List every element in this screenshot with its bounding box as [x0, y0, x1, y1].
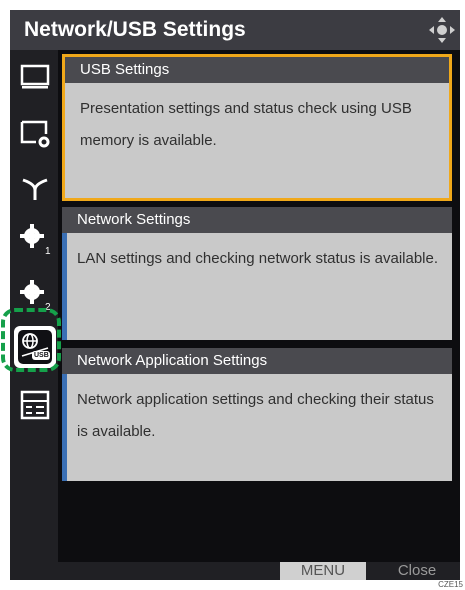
- network-application-settings-description: Network application settings and checkin…: [77, 391, 434, 440]
- panel-settings-icon[interactable]: [18, 388, 52, 422]
- network-settings-description: LAN settings and checking network status…: [77, 250, 439, 267]
- monitor-icon[interactable]: [18, 60, 52, 94]
- navigation-pad-icon: [429, 17, 455, 43]
- page-title: Network/USB Settings: [24, 18, 246, 41]
- footer: MENU Close: [10, 562, 460, 580]
- network-settings-item[interactable]: Network Settings LAN settings and checki…: [62, 207, 452, 340]
- header: Network/USB Settings: [10, 10, 460, 50]
- network-application-settings-item[interactable]: Network Application Settings Network app…: [62, 348, 452, 481]
- close-button[interactable]: Close: [382, 562, 452, 580]
- svg-text:1: 1: [45, 246, 51, 256]
- usb-settings-title: USB Settings: [65, 57, 449, 83]
- figure-code: CZE15: [438, 580, 463, 589]
- network-application-settings-title: Network Application Settings: [62, 348, 452, 374]
- menu-button[interactable]: MENU: [280, 562, 366, 580]
- usb-settings-description: Presentation settings and status check u…: [80, 100, 412, 149]
- gear-2-icon[interactable]: 2: [18, 278, 52, 312]
- monitor-settings-icon[interactable]: [18, 116, 52, 150]
- usb-settings-item[interactable]: USB Settings Presentation settings and s…: [62, 54, 452, 201]
- sidebar: 1 2 USB: [10, 50, 58, 562]
- settings-window: Network/USB Settings 1 2 USB USB Setting…: [10, 10, 460, 580]
- network-settings-title: Network Settings: [62, 207, 452, 233]
- antenna-icon[interactable]: [18, 170, 52, 204]
- selected-item-highlight: [1, 308, 61, 372]
- gear-1-icon[interactable]: 1: [18, 222, 52, 256]
- settings-list: USB Settings Presentation settings and s…: [58, 50, 460, 562]
